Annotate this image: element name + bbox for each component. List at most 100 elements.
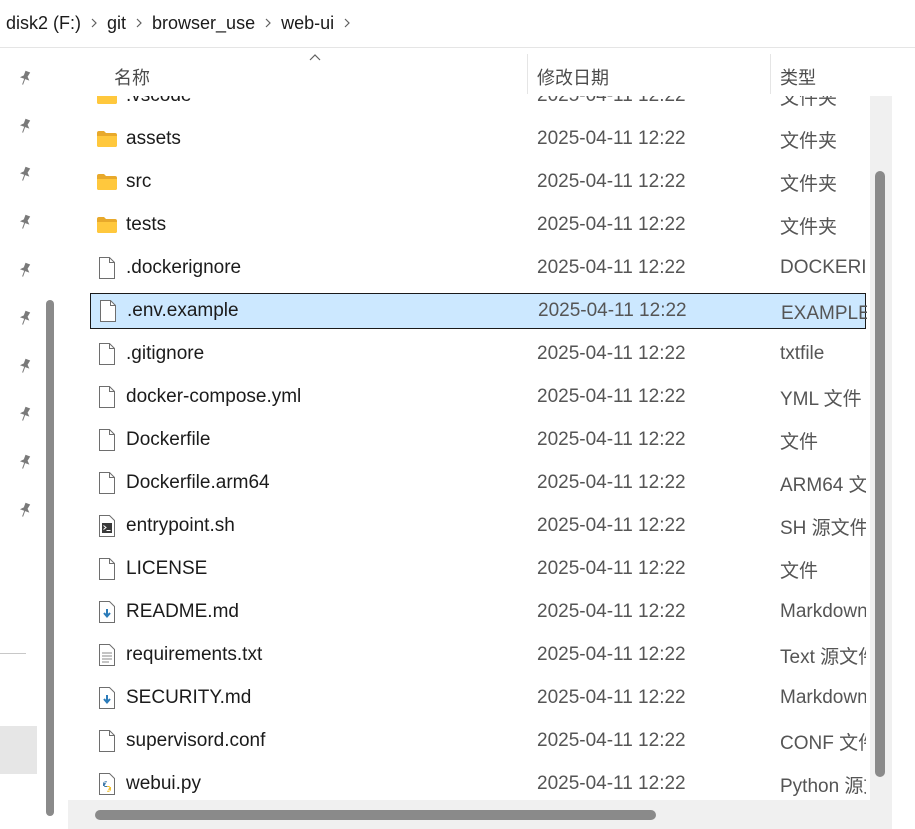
file-name[interactable]: requirements.txt [126,644,262,666]
file-name[interactable]: Dockerfile [126,429,210,451]
file-date-modified: 2025-04-11 12:22 [537,386,686,407]
file-type: YML 文件 [780,388,862,410]
chevron-right-icon[interactable] [257,12,279,34]
breadcrumb-item-browser-use[interactable]: browser_use [150,13,257,34]
file-row[interactable]: SECURITY.md 2025-04-11 12:22 Markdown [90,680,866,716]
breadcrumb-item-drive[interactable]: disk2 (F:) [4,13,83,34]
nav-item-selected[interactable] [0,726,37,774]
file-type: ARM64 文件 [780,474,866,496]
file-type: EXAMPLE 文件 [781,302,867,324]
file-name[interactable]: .gitignore [126,343,204,365]
vertical-scrollbar[interactable] [870,56,892,800]
file-date-modified: 2025-04-11 12:22 [538,300,687,321]
markdown-file-icon [96,686,118,710]
file-type: DOCKERIGNORE [780,257,866,278]
file-row[interactable]: webui.py 2025-04-11 12:22 Python 源文件 [90,766,866,800]
column-header-name[interactable]: 名称 [114,64,150,90]
pin-icon[interactable] [16,117,34,135]
pin-icon[interactable] [16,405,34,423]
file-row[interactable]: README.md 2025-04-11 12:22 Markdown [90,594,866,630]
file-list: .vscode2025-04-11 12:22文件夹assets2025-04-… [68,48,892,800]
file-row[interactable]: LICENSE 2025-04-11 12:22 文件 [90,551,866,587]
text-file-icon [96,643,118,667]
file-icon [96,557,118,581]
file-name[interactable]: src [126,171,151,193]
file-date-modified: 2025-04-11 12:22 [537,730,686,751]
chevron-right-icon[interactable] [128,12,150,34]
column-header-type[interactable]: 类型 [780,64,816,90]
pin-icon[interactable] [16,69,34,87]
pin-icon[interactable] [16,165,34,183]
file-date-modified: 2025-04-11 12:22 [537,773,686,794]
file-name[interactable]: README.md [126,601,239,623]
file-name[interactable]: webui.py [126,773,201,795]
file-name[interactable]: .env.example [127,300,239,322]
file-name[interactable]: assets [126,128,181,150]
file-type: 文件 [780,560,819,582]
pin-icon[interactable] [16,213,34,231]
file-date-modified: 2025-04-11 12:22 [537,171,686,192]
file-icon [96,342,118,366]
file-name[interactable]: docker-compose.yml [126,386,301,408]
address-bar[interactable]: disk2 (F:) git browser_use web-ui [0,0,915,48]
file-row[interactable]: tests 2025-04-11 12:22 文件夹 [90,207,866,243]
file-date-modified: 2025-04-11 12:22 [537,644,686,665]
pin-icon[interactable] [16,261,34,279]
folder-icon [96,213,118,237]
file-row[interactable]: src 2025-04-11 12:22 文件夹 [90,164,866,200]
breadcrumb-item-git[interactable]: git [105,13,128,34]
column-header-date-modified[interactable]: 修改日期 [537,64,609,90]
file-date-modified: 2025-04-11 12:22 [537,687,686,708]
file-date-modified: 2025-04-11 12:22 [537,472,686,493]
file-row[interactable]: docker-compose.yml 2025-04-11 12:22 YML 文件 [90,379,866,415]
horizontal-scrollbar[interactable] [68,800,892,829]
file-row[interactable]: Dockerfile.arm64 2025-04-11 12:22 ARM64 文件 [90,465,866,501]
file-date-modified: 2025-04-11 12:22 [537,214,686,235]
file-name[interactable]: supervisord.conf [126,730,265,752]
folder-icon [96,170,118,194]
breadcrumb-item-web-ui[interactable]: web-ui [279,13,336,34]
navigation-pane [0,48,55,829]
file-row[interactable]: requirements.txt 2025-04-11 12:22 Text 源文件 [90,637,866,673]
file-type: 文件夹 [780,216,838,238]
vertical-scrollbar-thumb[interactable] [875,171,885,777]
file-name[interactable]: Dockerfile.arm64 [126,472,270,494]
python-file-icon [96,772,118,796]
file-row[interactable]: assets 2025-04-11 12:22 文件夹 [90,121,866,157]
pin-icon[interactable] [16,453,34,471]
file-row[interactable]: .gitignore 2025-04-11 12:22 txtfile [90,336,866,372]
file-date-modified: 2025-04-11 12:22 [537,558,686,579]
file-icon [96,471,118,495]
file-date-modified: 2025-04-11 12:22 [537,257,686,278]
file-type: CONF 文件 [780,732,866,754]
file-type: 文件夹 [780,130,838,152]
file-name[interactable]: LICENSE [126,558,207,580]
file-row[interactable]: supervisord.conf 2025-04-11 12:22 CONF 文件 [90,723,866,759]
chevron-right-icon[interactable] [336,12,358,34]
file-row[interactable]: .dockerignore 2025-04-11 12:22 DOCKERIGNOR… [90,250,866,286]
column-divider[interactable] [527,54,528,94]
file-name[interactable]: tests [126,214,166,236]
file-icon [97,299,119,323]
file-type: txtfile [780,343,825,364]
nav-divider [0,653,26,654]
file-type: 文件 [780,431,819,453]
pin-icon[interactable] [16,309,34,327]
file-type: Markdown [780,601,866,622]
file-icon [96,256,118,280]
pin-icon[interactable] [16,501,34,519]
file-row[interactable]: Dockerfile 2025-04-11 12:22 文件 [90,422,866,458]
chevron-right-icon[interactable] [83,12,105,34]
column-divider[interactable] [770,54,771,94]
sort-ascending-icon[interactable] [308,52,322,62]
file-date-modified: 2025-04-11 12:22 [537,343,686,364]
file-name[interactable]: .dockerignore [126,257,241,279]
nav-scrollbar-thumb[interactable] [46,300,54,816]
file-name[interactable]: entrypoint.sh [126,515,235,537]
file-name[interactable]: SECURITY.md [126,687,251,709]
file-row[interactable]: .env.example 2025-04-11 12:22 EXAMPLE 文件 [90,293,867,329]
file-row[interactable]: entrypoint.sh 2025-04-11 12:22 SH 源文件 [90,508,866,544]
file-type: 文件夹 [780,173,838,195]
pin-icon[interactable] [16,357,34,375]
horizontal-scrollbar-thumb[interactable] [95,810,656,820]
